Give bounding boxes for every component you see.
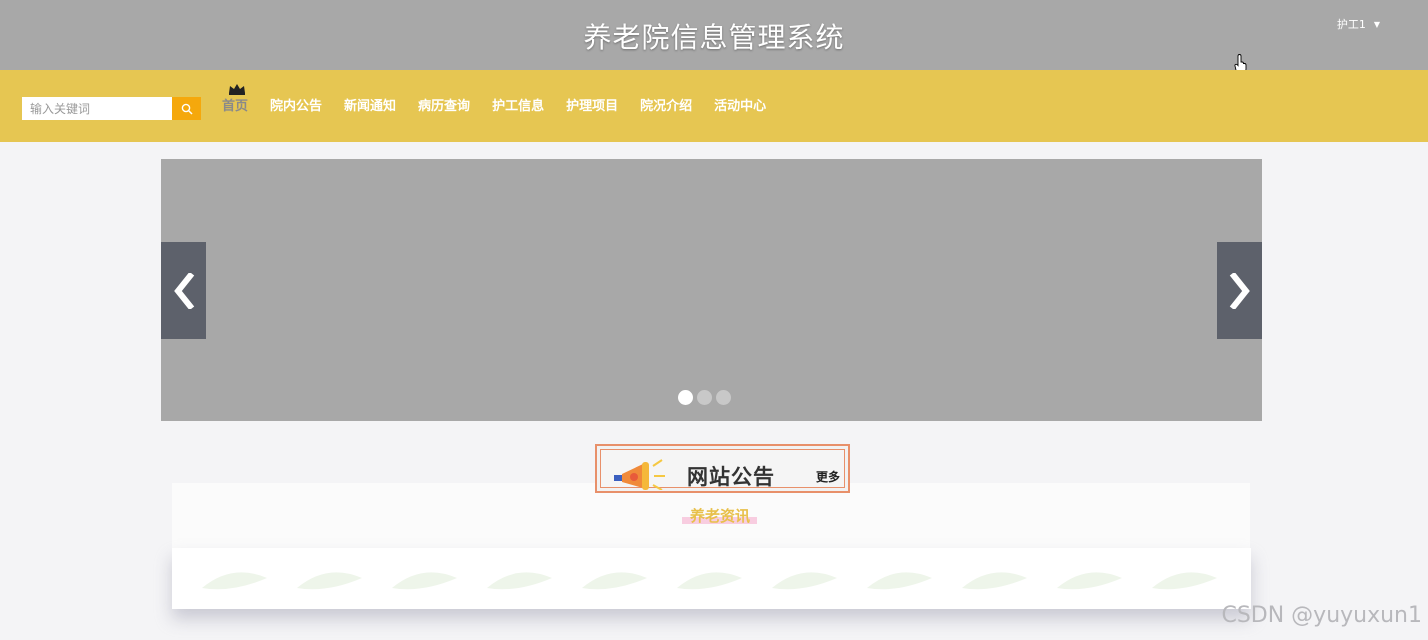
notice-banner-inner: 网站公告 更多 (600, 449, 845, 490)
user-name: 护工1 (1336, 18, 1366, 31)
nav-item-about[interactable]: 院况介绍 (640, 97, 692, 117)
nav-menu: 首页 院内公告 新闻通知 病历查询 护工信息 护理项目 院况介绍 活动中心 (222, 84, 766, 117)
user-menu[interactable]: 护工1 ▼ (1337, 16, 1380, 32)
nav-item-label: 新闻通知 (344, 99, 397, 114)
search-button[interactable] (172, 97, 201, 120)
carousel-next-button[interactable] (1217, 242, 1262, 339)
nav-item-label: 活动中心 (714, 99, 767, 114)
megaphone-icon (614, 459, 665, 490)
nav-item-announcements[interactable]: 院内公告 (270, 97, 322, 117)
carousel-indicators (678, 390, 731, 405)
section-heading: 养老资讯 (689, 507, 750, 525)
top-header: 养老院信息管理系统 护工1 ▼ (0, 0, 1428, 74)
nav-item-activities[interactable]: 活动中心 (714, 97, 766, 117)
nav-item-label: 院况介绍 (640, 99, 693, 114)
search-input[interactable] (22, 97, 172, 120)
nav-item-medical-records[interactable]: 病历查询 (418, 97, 470, 117)
nav-bar: 首页 院内公告 新闻通知 病历查询 护工信息 护理项目 院况介绍 活动中心 (0, 70, 1428, 142)
nav-item-label: 护理项目 (566, 99, 619, 114)
chevron-right-icon (1229, 272, 1250, 309)
nav-item-label: 院内公告 (270, 99, 323, 114)
notice-title: 网站公告 (687, 465, 775, 489)
more-link[interactable]: 更多 (816, 468, 840, 485)
carousel-dot[interactable] (678, 390, 693, 405)
news-content-box (172, 548, 1251, 609)
decorative-leaf-pattern (202, 572, 1217, 590)
carousel-prev-button[interactable] (161, 242, 206, 339)
notice-banner: 网站公告 更多 (595, 444, 850, 493)
nav-item-label: 病历查询 (418, 99, 471, 114)
carousel-dot[interactable] (697, 390, 712, 405)
nav-item-news[interactable]: 新闻通知 (344, 97, 396, 117)
caret-down-icon: ▼ (1373, 19, 1380, 29)
chevron-left-icon (173, 272, 194, 309)
nav-item-label: 护工信息 (492, 99, 545, 114)
image-carousel (161, 159, 1262, 421)
nav-item-caregivers[interactable]: 护工信息 (492, 97, 544, 117)
crown-icon (229, 84, 245, 95)
nav-item-label: 首页 (222, 99, 249, 114)
site-title: 养老院信息管理系统 (583, 21, 845, 54)
search-icon (181, 103, 193, 115)
watermark: CSDN @yuyuxun1 (1221, 603, 1422, 628)
nav-item-care-projects[interactable]: 护理项目 (566, 97, 618, 117)
carousel-dot[interactable] (716, 390, 731, 405)
nav-item-home[interactable]: 首页 (222, 84, 249, 117)
